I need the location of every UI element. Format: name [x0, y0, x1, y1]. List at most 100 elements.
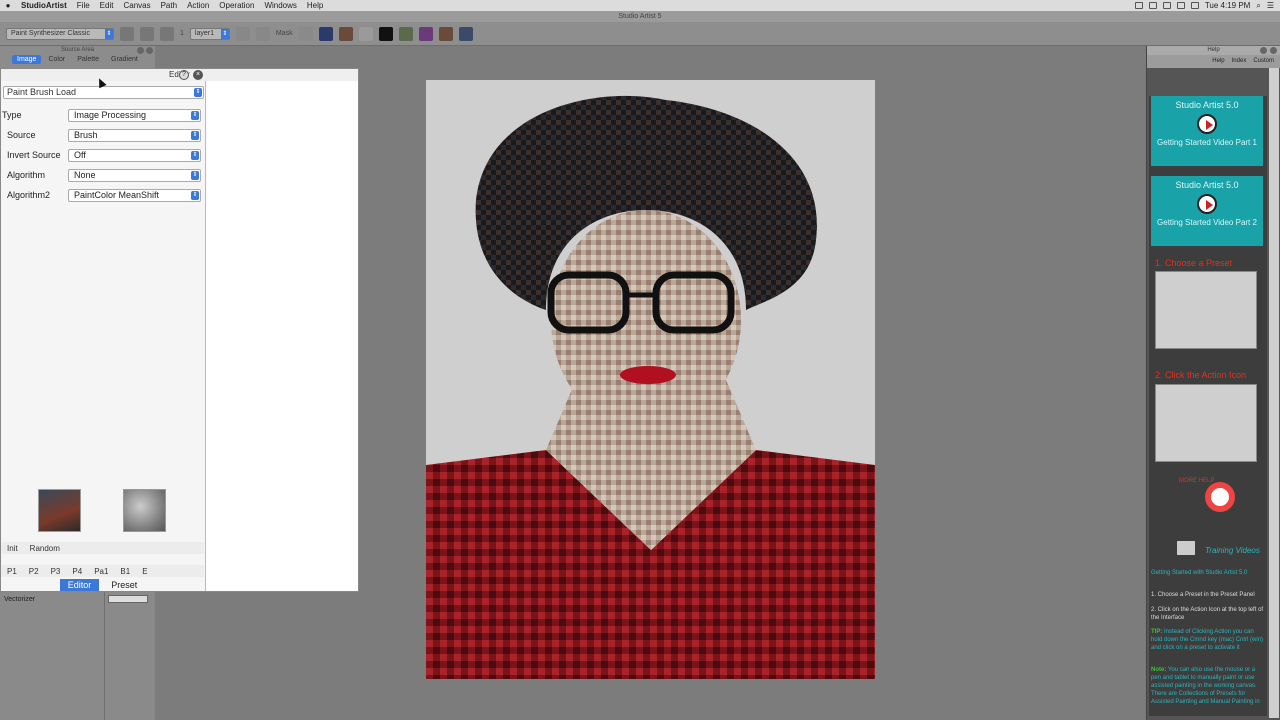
- random-button[interactable]: Random: [24, 544, 66, 553]
- lifebuoy-icon[interactable]: [1205, 482, 1235, 512]
- zoom-icon[interactable]: [160, 26, 174, 41]
- wifi-icon[interactable]: [1176, 2, 1185, 9]
- init-row: Init Random: [1, 542, 204, 554]
- param-row-algorithm2: Algorithm2 PaintColor MeanShift ⇕: [1, 189, 206, 203]
- menu-canvas[interactable]: Canvas: [118, 1, 155, 10]
- param-row-type: Type Image Processing ⇕: [1, 109, 206, 123]
- source-area: Source Area Image Color Palette Gradient: [0, 46, 155, 68]
- close-icon[interactable]: ×: [193, 70, 203, 80]
- layer-options-icon[interactable]: [235, 26, 250, 41]
- paint-icon[interactable]: [418, 26, 433, 41]
- type-select[interactable]: Image Processing ⇕: [68, 109, 201, 122]
- invert-source-select[interactable]: Off ⇕: [68, 149, 201, 162]
- slot-e[interactable]: E: [136, 567, 153, 576]
- source-thumb-icon[interactable]: [318, 26, 333, 41]
- figure-icon[interactable]: [338, 26, 353, 41]
- source-thumbnail[interactable]: [38, 489, 81, 532]
- apple-icon[interactable]: ●: [0, 1, 16, 10]
- type-select-value: Image Processing: [74, 110, 147, 120]
- video-subtitle: Getting Started Video Part 2: [1157, 218, 1257, 227]
- menu-action[interactable]: Action: [182, 1, 214, 10]
- menu-list-icon[interactable]: ☰: [1267, 1, 1274, 10]
- pen-icon[interactable]: [255, 26, 270, 41]
- init-button[interactable]: Init: [1, 544, 24, 553]
- menu-operation[interactable]: Operation: [214, 1, 259, 10]
- algorithm2-select[interactable]: PaintColor MeanShift ⇕: [68, 189, 201, 202]
- menu-file[interactable]: File: [72, 1, 95, 10]
- mosaic-portrait-image: [426, 80, 875, 679]
- minimize-icon[interactable]: [1260, 47, 1267, 54]
- help-heading: Getting Started with Studio Artist 5.0: [1151, 570, 1248, 576]
- source-select[interactable]: Brush ⇕: [68, 129, 201, 142]
- menu-app[interactable]: StudioArtist: [16, 1, 72, 10]
- video-card[interactable]: Studio Artist 5.0 Getting Started Video …: [1151, 96, 1263, 166]
- param-row-invert-source: Invert Source Off ⇕: [1, 149, 206, 163]
- brush-icon[interactable]: [140, 26, 154, 41]
- slot-b1[interactable]: B1: [114, 567, 136, 576]
- slot-p2[interactable]: P2: [23, 567, 45, 576]
- slot-p3[interactable]: P3: [45, 567, 67, 576]
- param-label: Algorithm2: [7, 190, 51, 200]
- timeline-strip[interactable]: [108, 595, 148, 603]
- chevron-down-icon: ⇕: [191, 131, 199, 140]
- clapperboard-icon[interactable]: [1177, 541, 1195, 555]
- hand-icon[interactable]: [358, 26, 373, 41]
- tab-gradient[interactable]: Gradient: [106, 55, 143, 64]
- image-icon[interactable]: [398, 26, 413, 41]
- tab-palette[interactable]: Palette: [72, 55, 104, 64]
- menu-help[interactable]: Help: [302, 1, 328, 10]
- help-nav-help[interactable]: Help: [1212, 55, 1224, 68]
- preset-select[interactable]: Paint Synthesizer Classic ⇕: [6, 27, 114, 40]
- chevron-down-icon: ⇕: [191, 151, 199, 160]
- transform-icon[interactable]: [458, 26, 473, 41]
- menu-path[interactable]: Path: [156, 1, 182, 10]
- texture-thumbnail[interactable]: [123, 489, 166, 532]
- mask-label[interactable]: Mask: [276, 30, 293, 37]
- close-icon[interactable]: [1270, 47, 1277, 54]
- training-videos-link[interactable]: Training Videos: [1205, 546, 1260, 555]
- tab-editor[interactable]: Editor: [59, 579, 100, 591]
- arrow-icon[interactable]: [298, 26, 313, 41]
- tab-color[interactable]: Color: [43, 55, 70, 64]
- help-step-1: 1. Choose a Preset in the Preset Panel: [1151, 592, 1255, 598]
- tab-preset[interactable]: Preset: [103, 579, 145, 591]
- help-panel: Help Help Index Custom Studio Artist 5.0…: [1146, 46, 1280, 720]
- window-title: Studio Artist 5: [0, 11, 1280, 22]
- help-nav-custom[interactable]: Custom: [1253, 55, 1274, 68]
- clock[interactable]: Tue 4:19 PM: [1205, 1, 1251, 10]
- step-title: 2. Click the Action Icon: [1155, 370, 1247, 380]
- help-nav-index[interactable]: Index: [1232, 55, 1247, 68]
- slot-p4[interactable]: P4: [66, 567, 88, 576]
- help-scrollbar[interactable]: [1269, 68, 1279, 718]
- action-icon[interactable]: [120, 26, 134, 41]
- note-text: You can also use the mouse or a pen and …: [1151, 667, 1260, 705]
- bluetooth-icon[interactable]: [1162, 2, 1171, 9]
- chevron-down-icon: ⇕: [191, 111, 199, 120]
- chevron-down-icon: ⇕: [191, 191, 199, 200]
- step-title: 1. Choose a Preset: [1155, 258, 1233, 268]
- status-icon[interactable]: [1148, 2, 1157, 9]
- algorithm-select[interactable]: None ⇕: [68, 169, 201, 182]
- search-icon[interactable]: ⌕: [1256, 1, 1260, 11]
- menu-edit[interactable]: Edit: [95, 1, 119, 10]
- layer-select[interactable]: layer1 ⇕: [189, 27, 230, 40]
- close-icon[interactable]: [146, 47, 153, 54]
- figure-icon[interactable]: [438, 26, 453, 41]
- canvas-artwork[interactable]: [426, 80, 875, 679]
- status-icon[interactable]: [1134, 2, 1143, 9]
- menu-windows[interactable]: Windows: [259, 1, 301, 10]
- help-icon[interactable]: ?: [179, 70, 189, 80]
- slot-p1[interactable]: P1: [1, 567, 23, 576]
- canvas-icon[interactable]: [378, 26, 393, 41]
- editor-category-label: Paint Brush Load: [7, 87, 77, 97]
- video-title: Studio Artist 5.0: [1175, 180, 1239, 190]
- slot-pa1[interactable]: Pa1: [88, 567, 114, 576]
- minimize-icon[interactable]: [137, 47, 144, 54]
- play-icon: [1197, 114, 1217, 134]
- tab-image[interactable]: Image: [12, 55, 42, 64]
- video-card[interactable]: Studio Artist 5.0 Getting Started Video …: [1151, 176, 1263, 246]
- help-content: Studio Artist 5.0 Getting Started Video …: [1149, 96, 1267, 716]
- preset-slot-row: P1 P2 P3 P4 Pa1 B1 E: [1, 565, 204, 577]
- volume-icon[interactable]: [1190, 2, 1199, 9]
- editor-category-select[interactable]: Paint Brush Load ⇕: [3, 86, 204, 99]
